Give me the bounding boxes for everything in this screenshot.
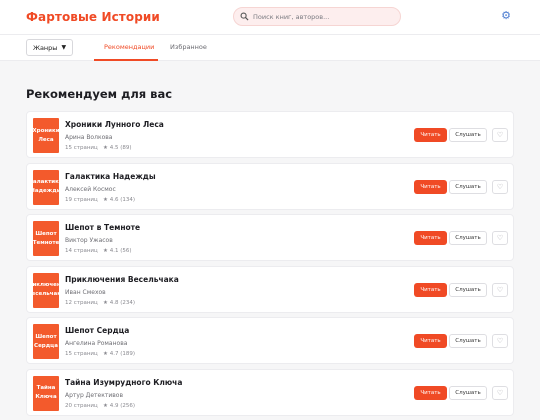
book-pages: 12 страниц xyxy=(65,299,98,306)
app-header: Фартовые Истории ⚙ xyxy=(0,0,540,34)
book-title[interactable]: Галактика Надежды xyxy=(65,172,156,181)
book-author: Ангелина Романова xyxy=(65,340,128,347)
book-cover[interactable]: Шепот Сердца xyxy=(33,324,59,359)
section-title: Рекомендуем для вас xyxy=(26,87,173,101)
read-button[interactable]: Читать xyxy=(414,334,447,348)
book-title[interactable]: Тайна Изумрудного Ключа xyxy=(65,378,182,387)
heart-icon[interactable]: ♡ xyxy=(492,334,508,348)
gear-icon[interactable]: ⚙ xyxy=(499,9,513,23)
listen-button[interactable]: Слушать xyxy=(449,334,487,348)
book-cover-text: Шепот Темноте xyxy=(33,230,59,246)
book-rating: ★ 4.7 (189) xyxy=(103,351,135,357)
book-rating: ★ 4.8 (234) xyxy=(103,299,135,306)
book-author: Артур Детективов xyxy=(65,391,124,399)
heart-icon[interactable]: ♡ xyxy=(492,231,508,245)
book-meta: 15 страниц ★ 4.7 (189) xyxy=(65,351,135,357)
book-card[interactable]: Хроники Леса Хроники Лунного Леса Арина … xyxy=(26,111,514,158)
active-tab-indicator xyxy=(94,59,158,61)
search-input[interactable] xyxy=(253,12,393,21)
book-author: Арина Волкова xyxy=(65,134,113,141)
book-list: Хроники Леса Хроники Лунного Леса Арина … xyxy=(26,111,514,420)
book-author: Алексей Космос xyxy=(65,185,116,193)
book-card[interactable]: Галактика Надежды Галактика Надежды Алек… xyxy=(26,162,514,210)
book-title[interactable]: Приключения Весельчака xyxy=(65,275,179,284)
read-button[interactable]: Читать xyxy=(414,282,447,297)
book-rating: ★ 4.9 (256) xyxy=(103,402,135,409)
read-button[interactable]: Читать xyxy=(414,231,447,245)
tab-favorites[interactable]: Избранное xyxy=(170,43,207,51)
book-cover-text: Хроники Леса xyxy=(33,127,59,143)
app-logo[interactable]: Фартовые Истории xyxy=(26,10,160,24)
book-cover-text: Галактика Надежды xyxy=(33,179,59,194)
listen-button[interactable]: Слушать xyxy=(449,128,487,142)
book-title[interactable]: Шепот Сердца xyxy=(65,326,129,335)
book-cover[interactable]: Тайна Ключа xyxy=(33,375,59,411)
book-title[interactable]: Хроники Лунного Леса xyxy=(65,120,164,129)
book-pages: 15 страниц xyxy=(65,351,98,357)
book-cover-text: Приключения Весельчака xyxy=(33,282,59,297)
book-rating: ★ 4.6 (134) xyxy=(103,196,135,203)
book-author: Иван Смехов xyxy=(65,288,106,296)
book-pages: 15 страниц xyxy=(65,145,98,151)
read-button[interactable]: Читать xyxy=(414,385,447,400)
heart-icon[interactable]: ♡ xyxy=(492,385,508,400)
book-cover[interactable]: Галактика Надежды xyxy=(33,169,59,205)
heart-icon[interactable]: ♡ xyxy=(492,128,508,142)
book-author: Виктор Ужасов xyxy=(65,237,113,244)
book-pages: 14 страниц xyxy=(65,248,98,254)
search-bar[interactable] xyxy=(233,7,401,26)
listen-button[interactable]: Слушать xyxy=(449,385,487,400)
book-cover-text: Тайна Ключа xyxy=(35,385,57,400)
genres-label: Жанры xyxy=(32,43,58,52)
book-card[interactable]: Шепот Темноте Шепот в Темноте Виктор Ужа… xyxy=(26,214,514,261)
heart-icon[interactable]: ♡ xyxy=(492,179,508,194)
book-card[interactable]: Тайна Ключа Тайна Изумрудного Ключа Арту… xyxy=(26,368,514,416)
book-cover[interactable]: Приключения Весельчака xyxy=(33,272,59,308)
book-title[interactable]: Шепот в Темноте xyxy=(65,223,140,232)
book-card[interactable]: Шепот Сердца Шепот Сердца Ангелина Роман… xyxy=(26,317,514,364)
book-meta: 20 страниц ★ 4.9 (256) xyxy=(65,403,135,409)
book-cover[interactable]: Хроники Леса xyxy=(33,118,59,153)
book-cover-text: Шепот Сердца xyxy=(34,333,58,349)
read-button[interactable]: Читать xyxy=(414,128,447,142)
listen-button[interactable]: Слушать xyxy=(449,231,487,245)
listen-button[interactable]: Слушать xyxy=(449,282,487,297)
sub-navigation: Жанры ▼ Рекомендации Избранное xyxy=(0,34,540,61)
book-meta: 15 страниц ★ 4.5 (89) xyxy=(65,145,131,151)
listen-button[interactable]: Слушать xyxy=(449,179,487,194)
book-pages: 20 страниц xyxy=(65,402,98,409)
search-icon xyxy=(240,12,249,21)
book-meta: 14 страниц ★ 4.1 (56) xyxy=(65,248,131,254)
book-meta: 19 страниц ★ 4.6 (134) xyxy=(65,197,135,203)
book-rating: ★ 4.1 (56) xyxy=(103,248,132,254)
book-card[interactable]: Приключения Весельчака Приключения Весел… xyxy=(26,265,514,313)
read-button[interactable]: Читать xyxy=(414,179,447,194)
book-pages: 19 страниц xyxy=(65,196,98,203)
book-rating: ★ 4.5 (89) xyxy=(103,145,132,151)
genres-dropdown-button[interactable]: Жанры ▼ xyxy=(26,39,73,56)
book-cover[interactable]: Шепот Темноте xyxy=(33,221,59,256)
caret-down-icon: ▼ xyxy=(61,44,67,51)
book-meta: 12 страниц ★ 4.8 (234) xyxy=(65,300,135,306)
tab-recommendations[interactable]: Рекомендации xyxy=(104,43,154,51)
heart-icon[interactable]: ♡ xyxy=(492,282,508,297)
